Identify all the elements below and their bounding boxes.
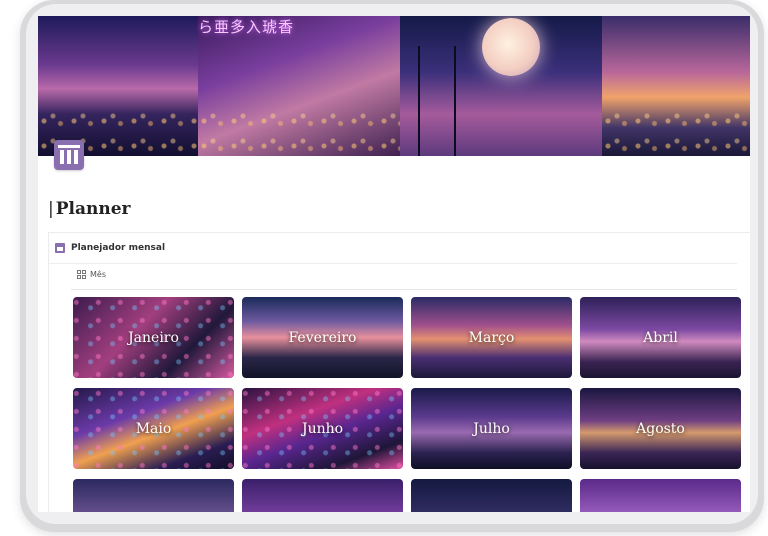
card-title: Maio <box>135 420 172 437</box>
card-title: Fevereiro <box>288 329 357 346</box>
card-title: Julho <box>473 420 510 437</box>
cover-neon-sign: ら亜多入琥香 <box>198 18 295 36</box>
inline-database: Planejador mensal Mês Janeiro Fevereiro … <box>48 232 750 512</box>
cover-panel-skyline <box>602 16 750 156</box>
calendar-icon <box>55 243 65 253</box>
card-title: Agosto <box>636 420 685 437</box>
card-title: Junho <box>301 420 344 437</box>
gallery-card[interactable]: Abril <box>580 297 741 378</box>
view-tab-label: Mês <box>90 270 106 279</box>
gallery-card[interactable]: Janeiro <box>73 297 234 378</box>
gallery-card[interactable] <box>73 479 234 512</box>
card-title: Março <box>468 329 515 346</box>
page-cover[interactable]: ら亜多入琥香 <box>38 16 750 156</box>
view-tab-mes[interactable]: Mês <box>77 270 106 279</box>
gallery-grid-icon <box>77 270 86 279</box>
gallery-card[interactable]: Fevereiro <box>242 297 403 378</box>
gallery-card[interactable]: Agosto <box>580 388 741 469</box>
gallery-card[interactable]: Março <box>411 297 572 378</box>
gallery-card[interactable] <box>411 479 572 512</box>
moon <box>482 18 540 76</box>
gallery-card[interactable]: Junho <box>242 388 403 469</box>
power-pylon <box>418 46 456 156</box>
cover-panel-city <box>38 16 198 156</box>
page-title[interactable]: | Planner <box>48 199 130 219</box>
calendar-icon[interactable] <box>54 140 84 170</box>
card-title: Janeiro <box>128 329 179 346</box>
gallery-card[interactable]: Maio <box>73 388 234 469</box>
gallery-view: Janeiro Fevereiro Março Abril Maio Junho… <box>73 297 741 512</box>
database-title: Planejador mensal <box>71 243 166 253</box>
gallery-card[interactable] <box>580 479 741 512</box>
gallery-card[interactable] <box>242 479 403 512</box>
cover-panel-street <box>198 16 400 156</box>
card-title: Abril <box>643 329 678 346</box>
notion-page: ら亜多入琥香 | Planner Planejador mensal Mês Ja… <box>38 16 750 512</box>
database-header[interactable]: Planejador mensal <box>55 243 165 253</box>
gallery-card[interactable]: Julho <box>411 388 572 469</box>
